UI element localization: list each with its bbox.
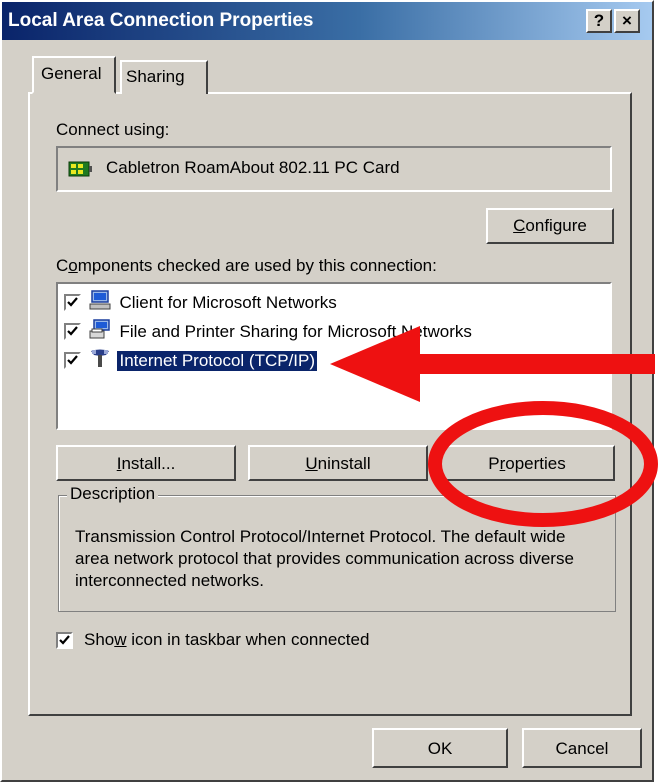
configure-button[interactable]: Configure [486,208,614,244]
tcp-ip-checkbox[interactable] [64,352,81,369]
cancel-button[interactable]: Cancel [522,728,642,768]
components-label: Components checked are used by this conn… [56,256,437,276]
tab-general-label: General [41,64,102,83]
description-text: Transmission Control Protocol/Internet P… [75,527,574,590]
list-item-label: File and Printer Sharing for Microsoft N… [119,321,472,341]
uninstall-accel: U [305,454,318,473]
client-checkbox[interactable] [64,294,81,311]
tab-sharing-label: Sharing [126,67,185,86]
components-list[interactable]: Client for Microsoft Networks File and P… [56,282,612,430]
network-client-icon [89,290,111,315]
show-icon-label: Show icon in taskbar when connected [84,630,369,650]
network-adapter-icon [68,159,92,184]
configure-accel: C [513,216,526,235]
list-item-tcp-ip[interactable]: Internet Protocol (TCP/IP) [64,348,319,373]
components-label-post: mponents checked are used by this connec… [77,256,437,275]
adapter-field: Cabletron RoamAbout 802.11 PC Card [56,146,612,192]
protocol-icon [89,348,111,373]
properties-button[interactable]: Properties [439,445,615,481]
window-title: Local Area Connection Properties [8,10,314,31]
install-label: nstall... [121,454,176,473]
properties-label: operties [505,454,566,473]
connect-using-label: Connect using: [56,120,170,139]
list-item-file-printer-sharing[interactable]: File and Printer Sharing for Microsoft N… [64,319,474,343]
components-label-pre: C [56,256,69,275]
list-item-label: Internet Protocol (TCP/IP) [116,349,319,372]
components-label-accel: o [68,256,78,275]
show-icon-checkbox[interactable] [56,632,73,649]
file-printer-sharing-checkbox[interactable] [64,323,81,340]
list-item-label: Client for Microsoft Networks [119,292,337,312]
ok-button[interactable]: OK [372,728,508,768]
list-item-client[interactable]: Client for Microsoft Networks [64,290,339,314]
properties-dialog: Local Area Connection Properties ? × Gen… [0,0,654,782]
show-icon-pre: Sho [84,630,115,649]
tab-general[interactable]: General [32,56,116,94]
title-bar[interactable]: Local Area Connection Properties ? × [2,2,652,40]
uninstall-label: ninstall [317,454,371,473]
file-printer-sharing-icon [89,319,111,344]
description-title: Description [67,484,159,504]
show-icon-post: icon in taskbar when connected [126,630,370,649]
install-button[interactable]: Install... [56,445,236,481]
uninstall-button[interactable]: Uninstall [248,445,428,481]
show-icon-accel: w [114,630,127,649]
description-group: Description Transmission Control Protoco… [58,484,616,612]
configure-label: onfigure [525,216,587,235]
tab-sharing[interactable]: Sharing [120,60,208,94]
close-button[interactable]: × [614,9,640,33]
help-button[interactable]: ? [586,9,612,33]
adapter-name: Cabletron RoamAbout 802.11 PC Card [106,158,400,177]
properties-pre: P [488,454,500,473]
